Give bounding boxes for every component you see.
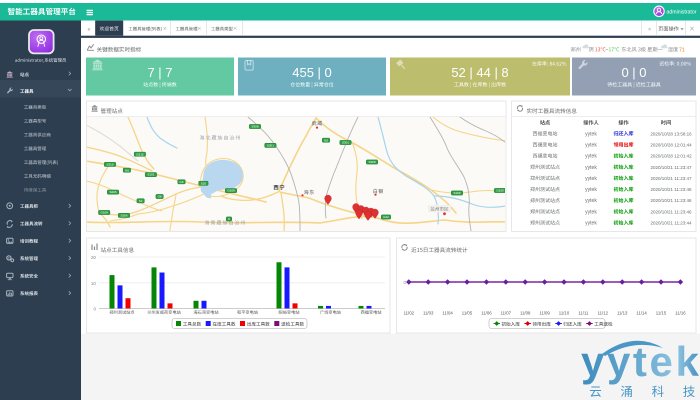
svg-text:11/07: 11/07 (501, 311, 512, 316)
svg-text:11/05: 11/05 (462, 311, 473, 316)
svg-text:yytek: yytek (585, 154, 597, 160)
svg-text:G109: G109 (101, 211, 109, 215)
svg-text:11/11: 11/11 (578, 311, 589, 316)
svg-text:52 | 44 | 8: 52 | 44 | 8 (451, 65, 508, 80)
svg-text:2020/10/21 11:23:44: 2020/10/21 11:23:44 (651, 221, 692, 226)
svg-text:yytek: yytek (585, 198, 597, 204)
svg-text:S206: S206 (109, 190, 116, 194)
svg-text:S2: S2 (139, 199, 143, 203)
svg-text:2020/10/21 11:23:46: 2020/10/21 11:23:46 (651, 209, 692, 214)
svg-text:G22: G22 (383, 215, 389, 219)
svg-text:0: 0 (93, 307, 96, 312)
svg-text:10: 10 (91, 281, 97, 286)
svg-text:11/12: 11/12 (598, 311, 609, 316)
svg-text:S301: S301 (267, 144, 274, 148)
svg-text:yytek: yytek (581, 338, 700, 385)
svg-text:71: 71 (679, 47, 685, 53)
svg-text:S301: S301 (342, 141, 349, 145)
svg-text:0 | 0: 0 | 0 (621, 65, 646, 80)
svg-text:~: ~ (605, 47, 608, 53)
svg-text:yytek: yytek (585, 209, 597, 215)
svg-text:0: 0 (403, 280, 406, 285)
svg-text:S308: S308 (368, 160, 375, 164)
svg-text:2020/10/28 12:01:42: 2020/10/28 12:01:42 (650, 154, 692, 159)
svg-text:G6: G6 (179, 180, 183, 184)
svg-text:11/13: 11/13 (617, 311, 628, 316)
svg-text:S306: S306 (120, 214, 127, 218)
svg-text:11/04: 11/04 (442, 311, 453, 316)
svg-text:S310: S310 (106, 163, 113, 167)
svg-text:S20: S20 (201, 181, 207, 185)
svg-text:7 | 7: 7 | 7 (147, 65, 172, 80)
svg-text:2020/10/21 11:23:46: 2020/10/21 11:23:46 (651, 198, 692, 203)
svg-text:11/08: 11/08 (520, 311, 531, 316)
svg-text:administrator: administrator (667, 9, 697, 15)
svg-text:yytek: yytek (585, 165, 597, 171)
svg-text:11/06: 11/06 (481, 311, 492, 316)
svg-text:11/16: 11/16 (675, 311, 686, 316)
svg-text:S308: S308 (251, 125, 258, 129)
svg-text:11/14: 11/14 (636, 311, 647, 316)
svg-text:yytek: yytek (585, 187, 597, 193)
svg-text:11/10: 11/10 (559, 311, 570, 316)
svg-text:G109: G109 (227, 189, 235, 193)
svg-text:yytek: yytek (585, 142, 597, 148)
svg-text:S: S (228, 217, 230, 221)
svg-text:2020/10/28 12:01:44: 2020/10/28 12:01:44 (650, 142, 692, 147)
svg-text:455 | 0: 455 | 0 (292, 65, 332, 80)
svg-text:G6: G6 (324, 138, 328, 142)
svg-text:20: 20 (91, 255, 97, 260)
svg-text:S109: S109 (453, 191, 460, 195)
svg-text:yytek: yytek (585, 131, 597, 137)
svg-text:11/02: 11/02 (404, 311, 415, 316)
svg-text:11/15: 11/15 (656, 311, 667, 316)
svg-text:2020/10/21 11:23:47: 2020/10/21 11:23:47 (651, 176, 692, 181)
svg-text:2020/10/21 11:23:47: 2020/10/21 11:23:47 (651, 165, 692, 170)
svg-text:yytek: yytek (585, 221, 597, 227)
svg-text:yytek: yytek (585, 176, 597, 182)
svg-text:G315: G315 (136, 152, 144, 156)
svg-text:2020/10/21 11:23:46: 2020/10/21 11:23:46 (651, 187, 692, 192)
svg-text:G6: G6 (158, 195, 162, 199)
svg-text:11/09: 11/09 (539, 311, 550, 316)
svg-text:S101: S101 (147, 173, 154, 177)
svg-text:G109: G109 (496, 189, 504, 193)
svg-text:G6: G6 (125, 168, 129, 172)
svg-text:2020/10/28 13:58:16: 2020/10/28 13:58:16 (650, 131, 692, 136)
svg-text:11/03: 11/03 (423, 311, 434, 316)
